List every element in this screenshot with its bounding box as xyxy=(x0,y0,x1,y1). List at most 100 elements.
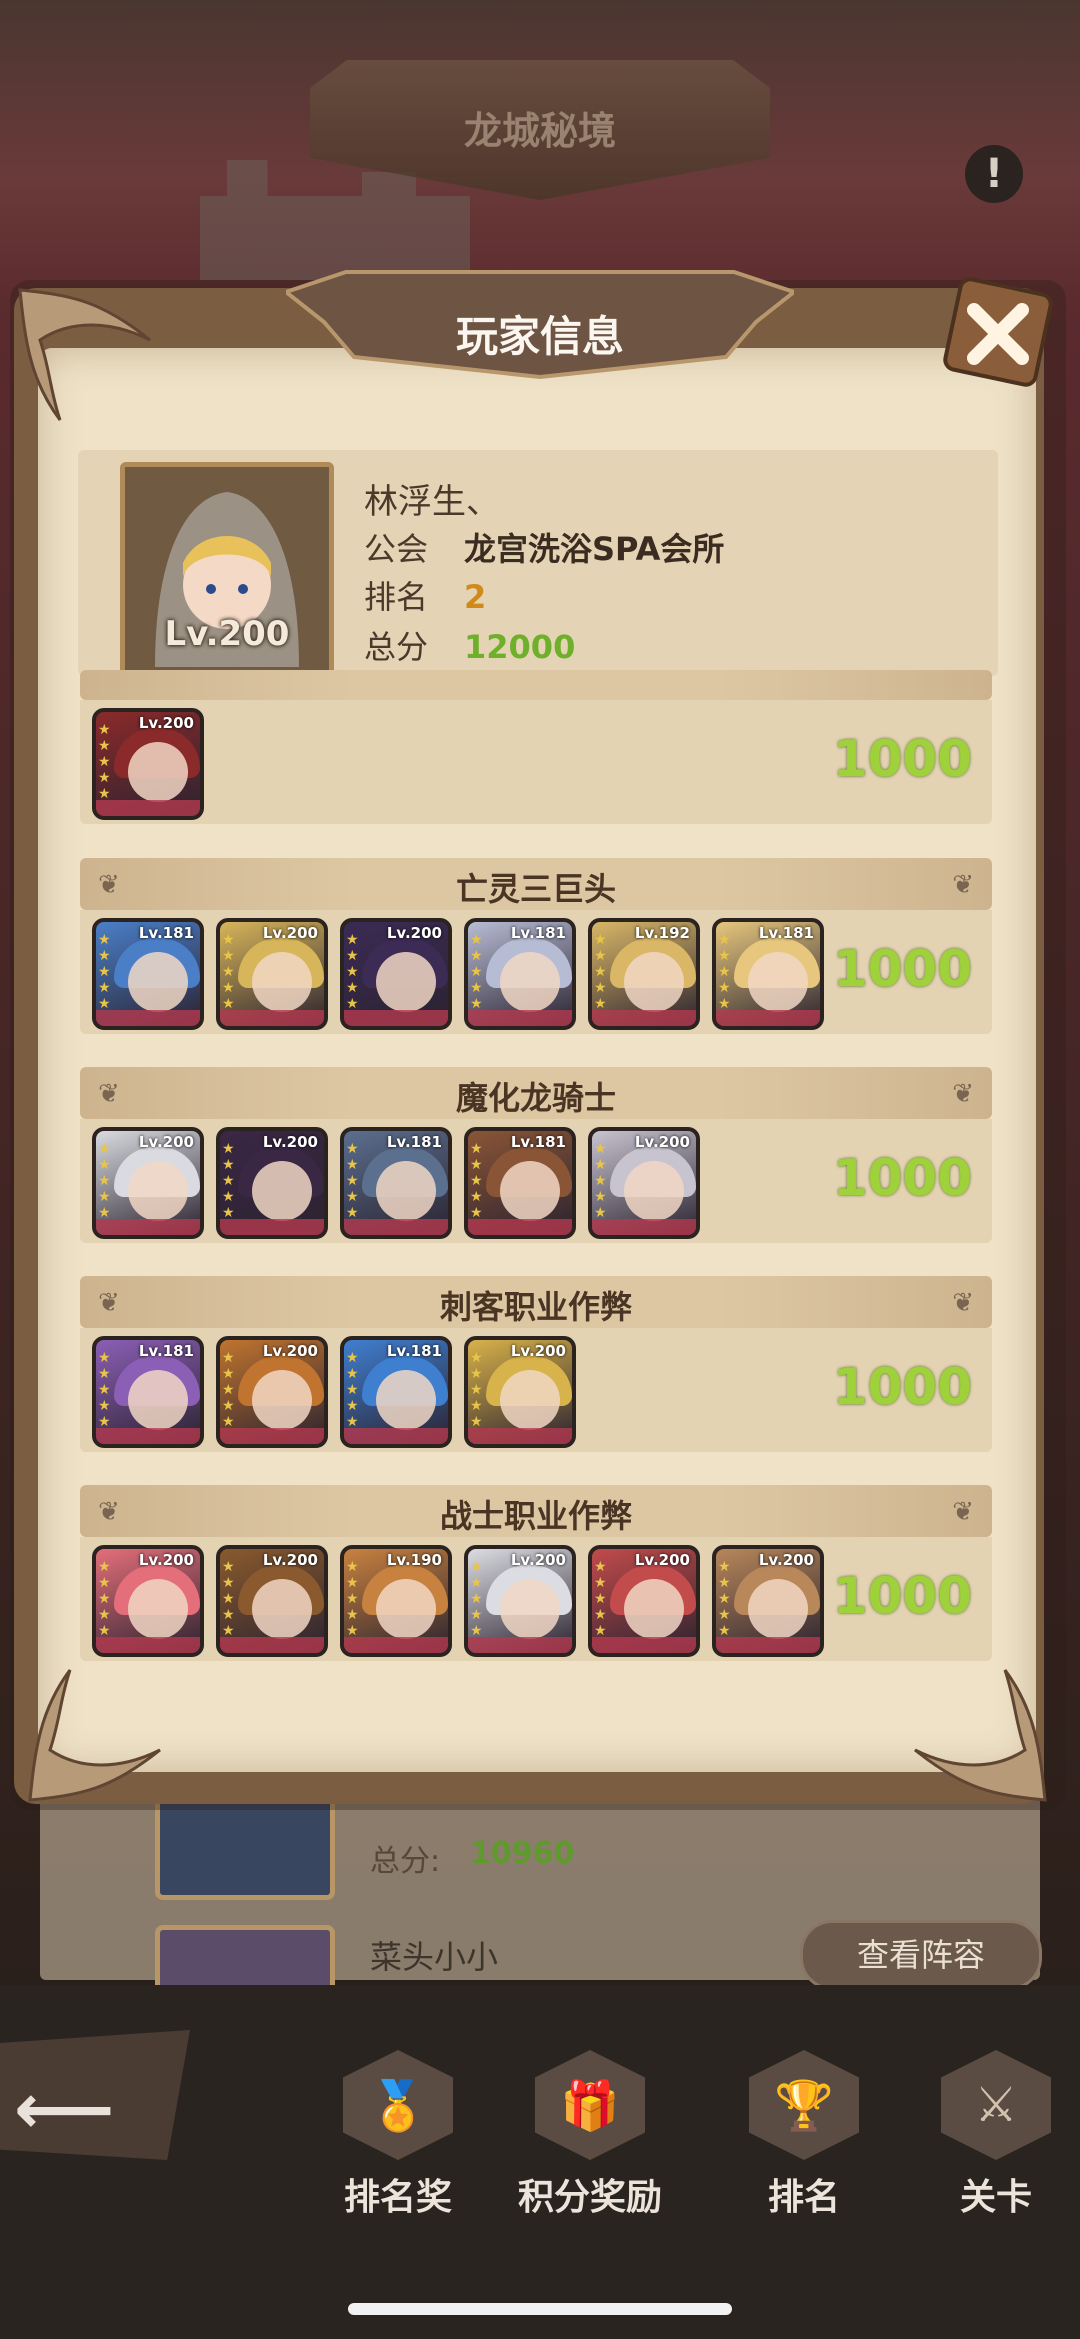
hero-level: Lv.181 xyxy=(386,1342,442,1360)
hero-frame-band xyxy=(344,1219,448,1235)
hero-face xyxy=(624,952,684,1012)
star-icon: ★ ★ ★ ★ ★ xyxy=(346,1559,359,1639)
hero-card[interactable]: ★ ★ ★ ★ ★ Lv.181 xyxy=(464,1127,576,1239)
hero-card[interactable]: ★ ★ ★ ★ ★ Lv.200 xyxy=(588,1127,700,1239)
hero-card[interactable]: ★ ★ ★ ★ ★ Lv.200 xyxy=(216,1336,328,1448)
modal-title: 玩家信息 xyxy=(455,312,624,361)
view-lineup-button[interactable]: 查看阵容 xyxy=(800,1920,1042,1990)
ornament-icon: ❦ xyxy=(952,1288,974,1318)
star-icon: ★ ★ ★ ★ ★ xyxy=(470,1141,483,1221)
rank-row: 排名 2 xyxy=(364,572,486,618)
hero-card[interactable]: ★ ★ ★ ★ ★ Lv.190 xyxy=(340,1545,452,1657)
team-title: 刺客职业作弊 xyxy=(439,1288,632,1326)
hero-level: Lv.181 xyxy=(510,1133,566,1151)
back-arrow-icon: ⟵ xyxy=(14,2068,115,2150)
hero-level: Lv.200 xyxy=(262,1342,318,1360)
team-title: 魔化龙骑士 xyxy=(455,1079,616,1117)
hero-card[interactable]: ★ ★ ★ ★ ★ Lv.200 xyxy=(216,1545,328,1657)
hero-card[interactable]: ★ ★ ★ ★ ★ Lv.200 xyxy=(216,1127,328,1239)
hero-card[interactable]: ★ ★ ★ ★ ★ Lv.200 xyxy=(92,1545,204,1657)
hero-level: Lv.200 xyxy=(386,924,442,942)
corner-ornament-icon xyxy=(20,1660,170,1810)
hero-level: Lv.200 xyxy=(510,1551,566,1569)
hero-face xyxy=(128,742,188,802)
hero-frame-band xyxy=(96,800,200,816)
hero-frame-band xyxy=(96,1010,200,1026)
close-icon xyxy=(943,277,1053,387)
star-icon: ★ ★ ★ ★ ★ xyxy=(594,932,607,1012)
guild-label: 公会 xyxy=(364,530,429,568)
star-icon: ★ ★ ★ ★ ★ xyxy=(718,932,731,1012)
hero-frame-band xyxy=(716,1637,820,1653)
nav-points-reward[interactable]: 🎁 积分奖励 xyxy=(500,2050,680,2220)
hero-card[interactable]: ★ ★ ★ ★ ★ Lv.181 xyxy=(464,918,576,1030)
hero-card[interactable]: ★ ★ ★ ★ ★ Lv.200 xyxy=(92,708,204,820)
nav-label: 积分奖励 xyxy=(517,2177,662,2218)
hero-frame-band xyxy=(716,1010,820,1026)
hero-face xyxy=(128,1579,188,1639)
hero-card[interactable]: ★ ★ ★ ★ ★ Lv.200 xyxy=(464,1545,576,1657)
hero-card[interactable]: ★ ★ ★ ★ ★ Lv.181 xyxy=(92,1336,204,1448)
star-icon: ★ ★ ★ ★ ★ xyxy=(346,1350,359,1430)
hero-face xyxy=(624,1161,684,1221)
hero-level: Lv.200 xyxy=(138,1133,194,1151)
close-button[interactable] xyxy=(938,272,1058,392)
hero-frame-band xyxy=(220,1010,324,1026)
nav-label: 排名奖 xyxy=(343,2177,452,2218)
hero-card[interactable]: ★ ★ ★ ★ ★ Lv.181 xyxy=(340,1336,452,1448)
hero-card[interactable]: ★ ★ ★ ★ ★ Lv.200 xyxy=(712,1545,824,1657)
hero-card[interactable]: ★ ★ ★ ★ ★ Lv.200 xyxy=(216,918,328,1030)
hero-card[interactable]: ★ ★ ★ ★ ★ Lv.181 xyxy=(712,918,824,1030)
star-icon: ★ ★ ★ ★ ★ xyxy=(222,1141,235,1221)
team-body: ★ ★ ★ ★ ★ Lv.200 ★ ★ ★ ★ ★ Lv.200 ★ ★ ★ ★ ★ Lv.181 ★ ★ ★ ★ ★ Lv… xyxy=(80,1119,992,1243)
score-label: 总分 xyxy=(364,628,429,666)
hero-card[interactable]: ★ ★ ★ ★ ★ Lv.181 xyxy=(92,918,204,1030)
nav-rank-reward[interactable]: 🏅 排名奖 xyxy=(308,2050,488,2220)
hero-frame-band xyxy=(468,1010,572,1026)
hero-card[interactable]: ★ ★ ★ ★ ★ Lv.181 xyxy=(340,1127,452,1239)
star-icon: ★ ★ ★ ★ ★ xyxy=(470,1559,483,1639)
hero-face xyxy=(624,1579,684,1639)
corner-ornament-icon xyxy=(10,280,160,430)
star-icon: ★ ★ ★ ★ ★ xyxy=(98,1141,111,1221)
hero-face xyxy=(376,1579,436,1639)
rank-label: 排名 xyxy=(364,578,429,616)
hero-face xyxy=(252,1370,312,1430)
hero-card[interactable]: ★ ★ ★ ★ ★ Lv.200 xyxy=(588,1545,700,1657)
player-level: Lv.200 xyxy=(164,614,290,654)
hero-level: Lv.200 xyxy=(138,714,194,732)
home-indicator[interactable] xyxy=(348,2303,732,2315)
star-icon: ★ ★ ★ ★ ★ xyxy=(594,1559,607,1639)
guild-row: 公会 龙宫洗浴SPA会所 xyxy=(364,524,724,570)
rank-value: 2 xyxy=(464,578,487,616)
team-score: 1000 xyxy=(832,730,972,788)
hero-card[interactable]: ★ ★ ★ ★ ★ Lv.200 xyxy=(464,1336,576,1448)
team-score: 1000 xyxy=(832,940,972,998)
hero-level: Lv.190 xyxy=(386,1551,442,1569)
star-icon: ★ ★ ★ ★ ★ xyxy=(346,1141,359,1221)
nav-stage[interactable]: ⚔ 关卡 xyxy=(906,2050,1080,2220)
player-name: 林浮生、 xyxy=(364,482,500,522)
team-title: 亡灵三巨头 xyxy=(455,870,616,908)
team-body: ★ ★ ★ ★ ★ Lv.200 1000 xyxy=(80,700,992,824)
hero-card[interactable]: ★ ★ ★ ★ ★ Lv.192 xyxy=(588,918,700,1030)
hero-level: Lv.181 xyxy=(758,924,814,942)
team-body: ★ ★ ★ ★ ★ Lv.181 ★ ★ ★ ★ ★ Lv.200 ★ ★ ★ ★ ★ Lv.200 ★ ★ ★ ★ ★ Lv… xyxy=(80,910,992,1034)
hero-card[interactable]: ★ ★ ★ ★ ★ Lv.200 xyxy=(340,918,452,1030)
hero-face xyxy=(252,952,312,1012)
star-icon: ★ ★ ★ ★ ★ xyxy=(98,932,111,1012)
hero-card[interactable]: ★ ★ ★ ★ ★ Lv.200 xyxy=(92,1127,204,1239)
team-header: ❦ 亡灵三巨头 ❦ xyxy=(80,858,992,910)
hero-level: Lv.181 xyxy=(138,1342,194,1360)
alert-icon[interactable]: ! xyxy=(965,145,1023,203)
hero-level: Lv.200 xyxy=(262,1133,318,1151)
score-row: 总分 12000 xyxy=(364,622,575,668)
hero-frame-band xyxy=(220,1428,324,1444)
nav-ranking[interactable]: 🏆 排名 xyxy=(714,2050,894,2220)
hero-face xyxy=(376,1161,436,1221)
nav-label: 关卡 xyxy=(959,2177,1032,2218)
ornament-icon: ❦ xyxy=(952,1497,974,1527)
hero-frame-band xyxy=(96,1219,200,1235)
hero-level: Lv.200 xyxy=(758,1551,814,1569)
team-header: ❦ 魔化龙骑士 ❦ xyxy=(80,1067,992,1119)
